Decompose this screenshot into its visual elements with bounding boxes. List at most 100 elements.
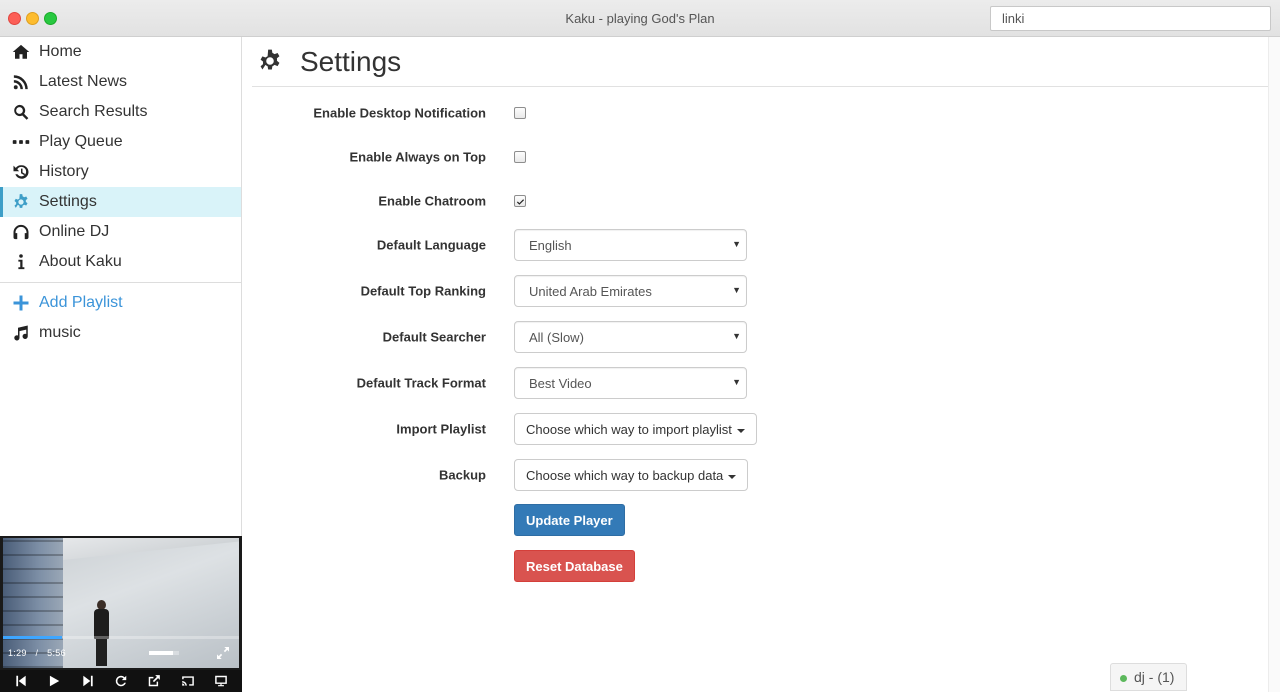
- always-on-top-checkbox[interactable]: [514, 151, 526, 163]
- page-header: Settings: [252, 37, 1270, 87]
- sidebar-item-online-dj[interactable]: Online DJ: [0, 217, 241, 247]
- sidebar-item-label: Online DJ: [39, 223, 110, 240]
- default-searcher-row: Default Searcher All (Slow) ▼: [243, 321, 1280, 353]
- sidebar-item-about-kaku[interactable]: About Kaku: [0, 247, 241, 277]
- import-playlist-label: Import Playlist: [396, 421, 486, 437]
- sidebar-item-playlist-music[interactable]: music: [0, 318, 241, 348]
- backup-value: Choose which way to backup data: [526, 468, 724, 483]
- online-status-dot: [1120, 675, 1127, 682]
- time-display: 1:29 / 5:56: [8, 648, 66, 658]
- volume-slider[interactable]: [149, 651, 179, 655]
- default-language-value: English: [529, 238, 572, 253]
- default-language-select[interactable]: English ▼: [514, 229, 747, 261]
- progress-fill: [3, 636, 62, 639]
- backup-row: Backup Choose which way to backup data: [243, 459, 1280, 491]
- volume-fill: [149, 651, 173, 655]
- sidebar-item-settings[interactable]: Settings: [0, 187, 241, 217]
- sidebar-divider: [0, 282, 241, 283]
- progress-bar[interactable]: [3, 636, 239, 639]
- player-controls: [0, 670, 242, 692]
- desktop-notification-label: Enable Desktop Notification: [313, 105, 486, 121]
- reset-database-row: Reset Database: [243, 550, 1280, 582]
- video-roof: [63, 538, 239, 560]
- default-track-format-select[interactable]: Best Video ▼: [514, 367, 747, 399]
- chevron-down-icon: ▼: [732, 377, 741, 387]
- previous-track-icon[interactable]: [12, 672, 30, 690]
- sidebar-item-history[interactable]: History: [0, 157, 241, 187]
- always-on-top-row: Enable Always on Top: [243, 141, 1280, 173]
- title-bar: Kaku - playing God's Plan: [0, 0, 1280, 37]
- sidebar-item-label: Home: [39, 43, 82, 60]
- import-playlist-dropdown[interactable]: Choose which way to import playlist: [514, 413, 757, 445]
- backup-label: Backup: [439, 467, 486, 483]
- search-input[interactable]: [990, 6, 1271, 31]
- default-searcher-select[interactable]: All (Slow) ▼: [514, 321, 747, 353]
- online-dj-label: dj - (1): [1134, 669, 1175, 685]
- gear-icon: [257, 48, 285, 76]
- chevron-down-icon: ▼: [732, 239, 741, 249]
- history-icon: [11, 162, 31, 182]
- home-icon: [11, 42, 31, 62]
- chevron-down-icon: ▼: [732, 285, 741, 295]
- sidebar-item-home[interactable]: Home: [0, 37, 241, 67]
- monitor-icon[interactable]: [212, 672, 230, 690]
- sidebar-item-search-results[interactable]: Search Results: [0, 97, 241, 127]
- next-track-icon[interactable]: [79, 672, 97, 690]
- fullscreen-icon[interactable]: [215, 645, 233, 663]
- plus-icon: [11, 293, 31, 313]
- info-icon: [11, 252, 31, 272]
- backup-dropdown[interactable]: Choose which way to backup data: [514, 459, 749, 491]
- sidebar: Home Latest News Search Results Play Que…: [0, 37, 242, 692]
- import-playlist-value: Choose which way to import playlist: [526, 422, 732, 437]
- default-language-row: Default Language English ▼: [243, 229, 1280, 261]
- chevron-down-icon: ▼: [732, 331, 741, 341]
- update-player-row: Update Player: [243, 504, 1280, 536]
- default-language-label: Default Language: [376, 237, 486, 253]
- external-link-icon[interactable]: [145, 672, 163, 690]
- main-scrollbar[interactable]: [1268, 37, 1280, 692]
- default-top-ranking-row: Default Top Ranking United Arab Emirates…: [243, 275, 1280, 307]
- add-playlist-button[interactable]: Add Playlist: [0, 288, 241, 318]
- settings-panel: Settings Enable Desktop Notification Ena…: [243, 37, 1280, 692]
- player-time-row: 1:29 / 5:56: [0, 636, 242, 670]
- mini-video-player: 1:29 / 5:56: [0, 536, 242, 692]
- sidebar-item-label: Latest News: [39, 73, 128, 90]
- default-searcher-value: All (Slow): [529, 330, 584, 345]
- caret-down-icon: [728, 474, 737, 479]
- default-top-ranking-label: Default Top Ranking: [360, 283, 486, 299]
- default-track-format-row: Default Track Format Best Video ▼: [243, 367, 1280, 399]
- default-searcher-label: Default Searcher: [382, 329, 486, 345]
- gear-icon: [11, 192, 31, 212]
- reset-database-button[interactable]: Reset Database: [514, 550, 635, 582]
- sidebar-nav: Home Latest News Search Results Play Que…: [0, 37, 241, 277]
- desktop-notification-checkbox[interactable]: [514, 107, 526, 119]
- chatroom-checkbox[interactable]: [514, 195, 526, 207]
- default-top-ranking-select[interactable]: United Arab Emirates ▼: [514, 275, 747, 307]
- time-separator: /: [35, 648, 39, 658]
- duration: 5:56: [47, 648, 66, 658]
- sidebar-item-label: History: [39, 163, 89, 180]
- sidebar-item-latest-news[interactable]: Latest News: [0, 67, 241, 97]
- caret-down-icon: [736, 428, 745, 433]
- cast-icon[interactable]: [179, 672, 197, 690]
- chatroom-row: Enable Chatroom: [243, 185, 1280, 217]
- default-track-format-value: Best Video: [529, 376, 592, 391]
- music-note-icon: [11, 323, 31, 343]
- ellipsis-icon: [11, 132, 31, 152]
- chatroom-label: Enable Chatroom: [378, 193, 486, 209]
- default-top-ranking-value: United Arab Emirates: [529, 284, 652, 299]
- play-icon[interactable]: [45, 672, 63, 690]
- add-playlist-label: Add Playlist: [39, 294, 123, 311]
- checkmark-icon: [516, 198, 524, 205]
- repeat-icon[interactable]: [112, 672, 130, 690]
- sidebar-item-label: music: [39, 324, 81, 341]
- search-icon: [11, 102, 31, 122]
- sidebar-item-label: Play Queue: [39, 133, 123, 150]
- always-on-top-label: Enable Always on Top: [349, 149, 486, 165]
- sidebar-item-play-queue[interactable]: Play Queue: [0, 127, 241, 157]
- online-dj-status[interactable]: dj - (1): [1110, 663, 1188, 691]
- sidebar-item-label: About Kaku: [39, 253, 122, 270]
- update-player-button[interactable]: Update Player: [514, 504, 625, 536]
- default-track-format-label: Default Track Format: [356, 375, 486, 391]
- current-time: 1:29: [8, 648, 27, 658]
